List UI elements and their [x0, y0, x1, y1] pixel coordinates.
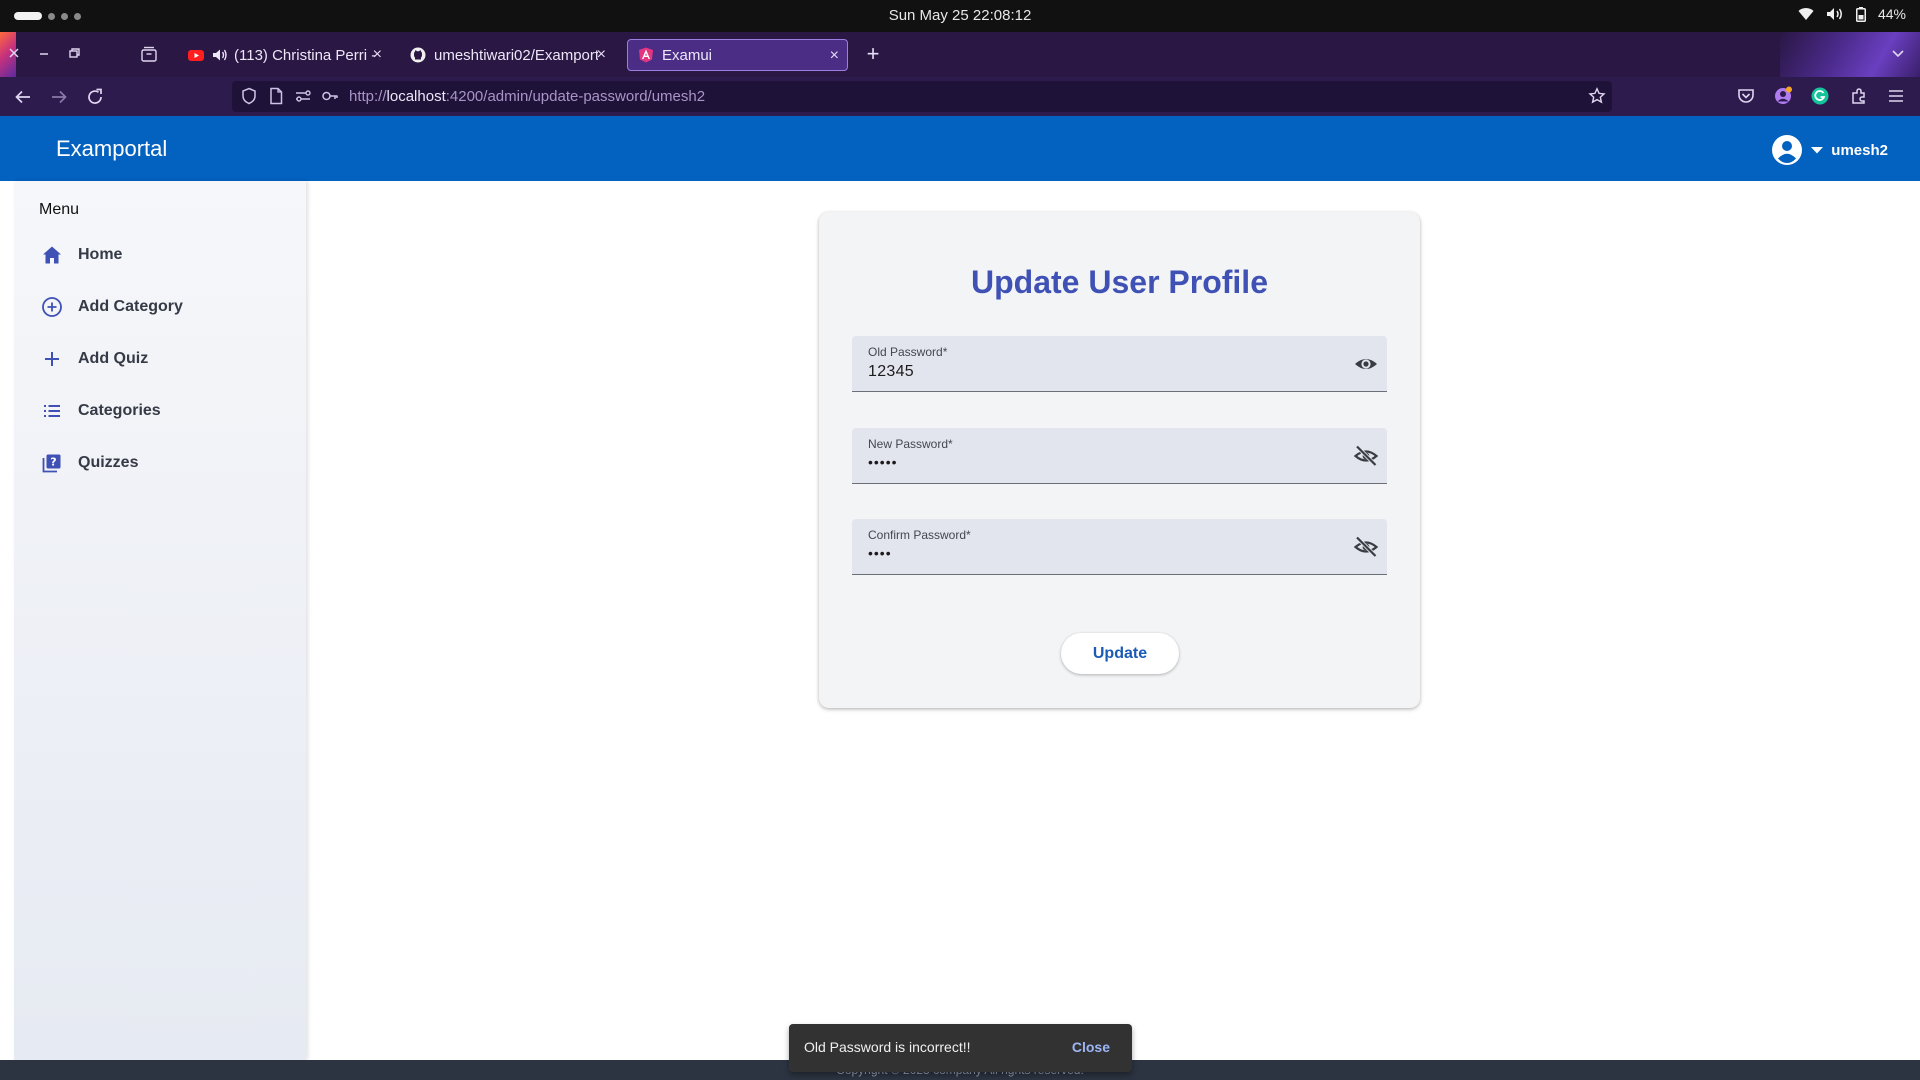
- quiz-icon: ?: [40, 451, 64, 475]
- tab-github[interactable]: umeshtiwari02/Examport ×: [400, 39, 614, 71]
- home-icon: [40, 243, 64, 267]
- update-profile-card: Update User Profile Old Password* 12345 …: [819, 212, 1420, 708]
- wifi-icon: [1798, 7, 1814, 21]
- svg-text:?: ?: [50, 456, 56, 469]
- window-restore-icon[interactable]: [66, 45, 86, 65]
- tab-title: umeshtiwari02/Examport: [434, 46, 598, 64]
- window-minimize-icon[interactable]: [36, 45, 56, 65]
- url-path: :4200/admin/update-password/umesh2: [445, 88, 706, 105]
- sidebar: Menu Home Add Category Add Quiz Categori…: [14, 181, 306, 1060]
- sidebar-item-label: Quizzes: [78, 454, 139, 471]
- sidebar-item-categories[interactable]: Categories: [40, 395, 161, 427]
- angular-icon: [638, 47, 654, 63]
- list-icon: [40, 399, 64, 423]
- tab-title: Examui: [662, 46, 713, 64]
- url-text[interactable]: http://localhost:4200/admin/update-passw…: [349, 88, 705, 105]
- url-scheme: http://: [349, 88, 387, 105]
- tab-examui[interactable]: Examui ×: [627, 39, 848, 71]
- update-button[interactable]: Update: [1061, 633, 1179, 674]
- browser-toolbar: http://localhost:4200/admin/update-passw…: [0, 77, 1920, 116]
- volume-icon: [1826, 7, 1844, 21]
- reload-button[interactable]: [84, 86, 106, 108]
- forward-button[interactable]: [48, 86, 70, 108]
- tab-youtube[interactable]: (113) Christina Perri - A ×: [178, 39, 390, 71]
- plus-icon: [40, 347, 64, 371]
- app-brand[interactable]: Examportal: [56, 136, 167, 162]
- app-header: Examportal umesh2: [0, 116, 1920, 181]
- error-snackbar: Old Password is incorrect!! Close: [789, 1024, 1132, 1072]
- extensions-icon[interactable]: [1849, 86, 1871, 108]
- confirm-password-value[interactable]: ••••: [868, 545, 892, 561]
- sidebar-item-home[interactable]: Home: [40, 239, 122, 271]
- old-password-label: Old Password*: [868, 345, 948, 359]
- tab-close-icon[interactable]: ×: [830, 47, 839, 65]
- sidebar-item-quizzes[interactable]: ? Quizzes: [40, 447, 138, 479]
- tab-list-chevron-icon[interactable]: [1890, 45, 1910, 65]
- new-tab-button[interactable]: +: [860, 41, 886, 67]
- browser-tab-strip: (113) Christina Perri - A × umeshtiwari0…: [0, 32, 1920, 77]
- snackbar-close-button[interactable]: Close: [1072, 1039, 1110, 1055]
- username-label: umesh2: [1831, 141, 1888, 159]
- grammarly-icon[interactable]: [1810, 86, 1832, 108]
- new-password-value[interactable]: •••••: [868, 454, 898, 470]
- tab-title: (113) Christina Perri - A: [234, 46, 380, 64]
- sidebar-item-label: Categories: [78, 402, 161, 419]
- sidebar-item-label: Home: [78, 246, 123, 263]
- account-avatar-icon[interactable]: [1773, 86, 1795, 108]
- user-menu[interactable]: umesh2: [1771, 134, 1888, 166]
- permissions-icon[interactable]: [294, 87, 312, 105]
- eye-off-icon[interactable]: [1353, 443, 1379, 469]
- github-icon: [410, 47, 426, 63]
- key-icon[interactable]: [321, 87, 339, 105]
- window-close-icon[interactable]: [6, 45, 26, 65]
- tab-overview-icon[interactable]: [140, 45, 160, 65]
- os-clock[interactable]: Sun May 25 22:08:12: [0, 7, 1920, 24]
- add-circle-icon: [40, 295, 64, 319]
- snackbar-message: Old Password is incorrect!!: [804, 1039, 971, 1055]
- bookmark-star-icon[interactable]: [1588, 87, 1606, 105]
- caret-down-icon: [1809, 142, 1825, 158]
- url-host: localhost: [386, 88, 446, 105]
- sidebar-item-label: Add Quiz: [78, 350, 149, 367]
- pocket-icon[interactable]: [1736, 86, 1758, 108]
- os-status-area[interactable]: 44%: [1798, 6, 1906, 22]
- page-title: Update User Profile: [971, 264, 1268, 300]
- sidebar-title: Menu: [39, 201, 80, 218]
- youtube-icon: [188, 47, 204, 63]
- hamburger-menu-icon[interactable]: [1886, 86, 1908, 108]
- account-circle-icon: [1771, 134, 1803, 166]
- old-password-field[interactable]: Old Password* 12345: [852, 336, 1387, 392]
- shield-icon[interactable]: [240, 87, 258, 105]
- tab-close-icon[interactable]: ×: [373, 46, 382, 64]
- confirm-password-field[interactable]: Confirm Password* ••••: [852, 519, 1387, 575]
- address-bar[interactable]: http://localhost:4200/admin/update-passw…: [232, 81, 1612, 112]
- sidebar-item-add-category[interactable]: Add Category: [40, 291, 183, 323]
- confirm-password-label: Confirm Password*: [868, 528, 971, 542]
- eye-icon[interactable]: [1353, 351, 1379, 377]
- battery-icon: [1855, 6, 1866, 22]
- tab-close-icon[interactable]: ×: [597, 46, 606, 64]
- new-password-label: New Password*: [868, 437, 953, 451]
- page-info-icon[interactable]: [267, 87, 285, 105]
- os-top-bar: Sun May 25 22:08:12 44%: [0, 0, 1920, 32]
- back-button[interactable]: [12, 86, 34, 108]
- sidebar-item-label: Add Category: [78, 298, 183, 315]
- old-password-value[interactable]: 12345: [868, 363, 914, 381]
- audio-playing-icon[interactable]: [212, 47, 228, 63]
- eye-off-icon[interactable]: [1353, 534, 1379, 560]
- new-password-field[interactable]: New Password* •••••: [852, 428, 1387, 484]
- battery-percentage: 44%: [1877, 6, 1906, 22]
- sidebar-item-add-quiz[interactable]: Add Quiz: [40, 343, 148, 375]
